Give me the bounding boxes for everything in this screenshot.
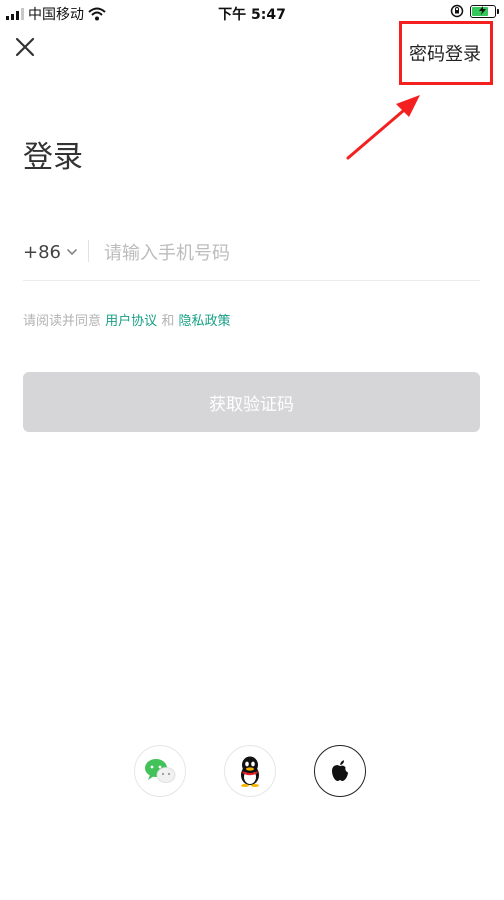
chevron-down-icon[interactable]: [65, 245, 79, 259]
divider: [88, 240, 89, 262]
phone-input-row: +86: [23, 236, 480, 281]
country-code-selector[interactable]: +86: [23, 242, 61, 263]
wechat-icon: [145, 759, 176, 783]
close-button[interactable]: [12, 34, 40, 62]
get-verification-code-button[interactable]: 获取验证码: [23, 372, 480, 432]
rotation-lock-icon: [450, 4, 464, 18]
agreement-text: 请阅读并同意 用户协议 和 隐私政策: [23, 310, 230, 329]
apple-login-button[interactable]: [314, 745, 366, 797]
close-icon: [15, 37, 35, 57]
wechat-login-button[interactable]: [134, 745, 186, 797]
phone-number-input[interactable]: [102, 236, 476, 270]
user-agreement-link[interactable]: 用户协议: [105, 314, 157, 329]
agreement-prefix: 请阅读并同意: [23, 314, 102, 329]
password-login-link[interactable]: 密码登录: [409, 40, 481, 66]
privacy-policy-link[interactable]: 隐私政策: [178, 314, 230, 329]
apple-icon: [332, 760, 348, 781]
qq-icon: [241, 756, 259, 787]
qq-login-button[interactable]: [224, 745, 276, 797]
page-title: 登录: [23, 140, 83, 175]
status-bar-right: [450, 4, 499, 18]
agreement-and: 和: [161, 314, 175, 329]
battery-charging-icon: [470, 4, 499, 18]
